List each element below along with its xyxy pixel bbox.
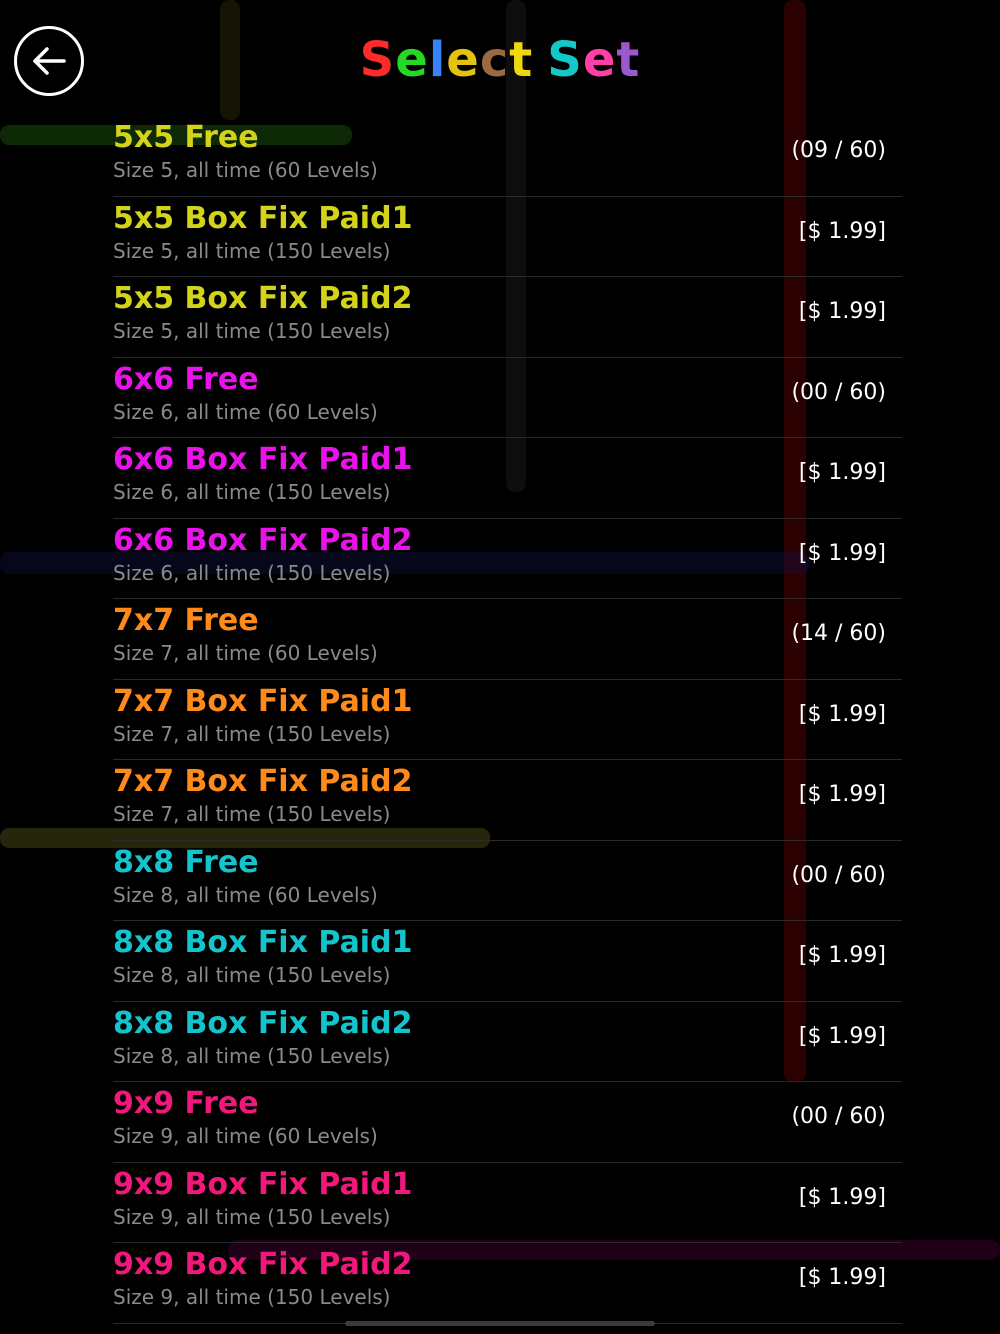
- set-row[interactable]: 6x6 Box Fix Paid2 Size 6, all time (150 L…: [113, 519, 902, 599]
- set-description: Size 7, all time (60 Levels): [113, 641, 378, 665]
- set-row[interactable]: 9x9 Free Size 9, all time (60 Levels) (00 …: [113, 1082, 902, 1163]
- progress-label: (14 / 60): [791, 621, 886, 646]
- title-letter: e: [582, 32, 617, 88]
- price-label: [$ 1.99]: [798, 1265, 886, 1290]
- set-name: 8x8 Box Fix Paid1: [113, 925, 413, 960]
- title-letter: c: [479, 32, 510, 88]
- set-row[interactable]: 8x8 Free Size 8, all time (60 Levels) (00 …: [113, 841, 902, 921]
- set-row[interactable]: 7x7 Free Size 7, all time (60 Levels) (14 …: [113, 599, 902, 680]
- set-row[interactable]: 6x6 Free Size 6, all time (60 Levels) (00 …: [113, 358, 902, 438]
- progress-label: (00 / 60): [791, 862, 886, 888]
- set-row[interactable]: 7x7 Box Fix Paid1 Size 7, all time (150 L…: [113, 680, 902, 760]
- set-name: 9x9 Free: [113, 1086, 259, 1121]
- set-description: Size 6, all time (150 Levels): [113, 560, 391, 585]
- page-title: Select Set: [0, 32, 1000, 88]
- set-name: 7x7 Free: [113, 603, 259, 638]
- set-description: Size 5, all time (150 Levels): [113, 238, 391, 263]
- title-letter: e: [446, 32, 480, 88]
- price-label: [$ 1.99]: [798, 460, 886, 485]
- price-label: [$ 1.99]: [798, 299, 886, 324]
- set-name: 7x7 Box Fix Paid1: [113, 683, 413, 719]
- set-description: Size 8, all time (150 Levels): [113, 963, 391, 987]
- price-label: [$ 1.99]: [798, 1184, 886, 1210]
- set-name: 8x8 Free: [113, 844, 259, 880]
- set-name: 9x9 Box Fix Paid2: [113, 1247, 413, 1282]
- set-description: Size 9, all time (60 Levels): [113, 1124, 378, 1148]
- set-row[interactable]: 7x7 Box Fix Paid2 Size 7, all time (150 L…: [113, 760, 902, 841]
- price-label: [$ 1.99]: [798, 782, 886, 807]
- price-label: [$ 1.99]: [798, 218, 886, 244]
- title-letter: t: [509, 32, 534, 88]
- set-description: Size 8, all time (60 Levels): [113, 882, 378, 907]
- set-name: 5x5 Box Fix Paid2: [113, 281, 413, 316]
- home-indicator: [345, 1321, 655, 1326]
- set-description: Size 9, all time (150 Levels): [113, 1285, 391, 1309]
- set-description: Size 6, all time (150 Levels): [113, 480, 391, 504]
- title-letter: S: [359, 32, 396, 88]
- set-description: Size 7, all time (150 Levels): [113, 802, 391, 826]
- set-name: 9x9 Box Fix Paid1: [113, 1166, 413, 1202]
- set-row[interactable]: 8x8 Box Fix Paid2 Size 8, all time (150 L…: [113, 1002, 902, 1082]
- progress-label: (00 / 60): [791, 1104, 886, 1129]
- set-row[interactable]: 9x9 Box Fix Paid2 Size 9, all time (150 L…: [113, 1243, 902, 1324]
- set-name: 6x6 Free: [113, 361, 259, 397]
- title-letter: e: [395, 32, 429, 88]
- set-row[interactable]: 6x6 Box Fix Paid1 Size 6, all time (150 L…: [113, 438, 902, 519]
- set-name: 5x5 Box Fix Paid1: [113, 200, 413, 236]
- set-description: Size 6, all time (60 Levels): [113, 399, 378, 424]
- set-row[interactable]: 9x9 Box Fix Paid1 Size 9, all time (150 L…: [113, 1163, 902, 1243]
- set-name: 6x6 Box Fix Paid2: [113, 522, 413, 558]
- set-row[interactable]: 5x5 Box Fix Paid2 Size 5, all time (150 L…: [113, 277, 902, 358]
- set-description: Size 7, all time (150 Levels): [113, 721, 391, 746]
- title-letter: l: [428, 32, 447, 88]
- set-description: Size 5, all time (60 Levels): [113, 158, 378, 182]
- price-label: [$ 1.99]: [798, 540, 886, 566]
- progress-label: (00 / 60): [791, 379, 886, 405]
- set-name: 5x5 Free: [113, 120, 259, 155]
- set-list: 5x5 Free Size 5, all time (60 Levels) (09 …: [113, 116, 902, 1324]
- set-name: 8x8 Box Fix Paid2: [113, 1005, 413, 1041]
- set-row[interactable]: 5x5 Box Fix Paid1 Size 5, all time (150 L…: [113, 197, 902, 277]
- set-description: Size 9, all time (150 Levels): [113, 1204, 391, 1229]
- set-name: 6x6 Box Fix Paid1: [113, 442, 413, 477]
- title-letter: S: [547, 32, 583, 88]
- set-description: Size 5, all time (150 Levels): [113, 319, 391, 343]
- progress-label: (09 / 60): [791, 138, 886, 163]
- set-row[interactable]: 5x5 Free Size 5, all time (60 Levels) (09 …: [113, 116, 902, 197]
- price-label: [$ 1.99]: [798, 1023, 886, 1049]
- price-label: [$ 1.99]: [798, 701, 886, 727]
- set-name: 7x7 Box Fix Paid2: [113, 764, 413, 799]
- title-letter: t: [616, 32, 641, 88]
- set-description: Size 8, all time (150 Levels): [113, 1043, 391, 1068]
- price-label: [$ 1.99]: [798, 943, 886, 968]
- set-row[interactable]: 8x8 Box Fix Paid1 Size 8, all time (150 L…: [113, 921, 902, 1002]
